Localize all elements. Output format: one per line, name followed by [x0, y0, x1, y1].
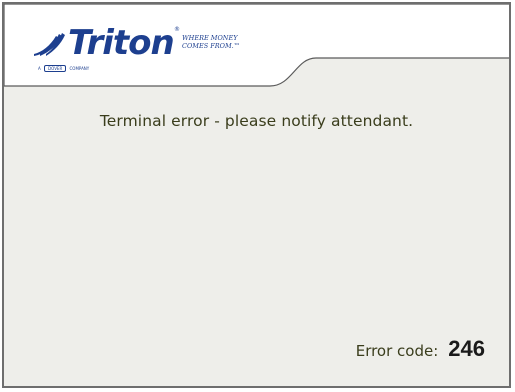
registered-mark: ® [174, 26, 180, 33]
parent-company-name: DOVER [44, 65, 67, 72]
error-code-line: Error code: 246 [356, 336, 485, 362]
error-code-value: 246 [448, 336, 485, 361]
error-message: Terminal error - please notify attendant… [99, 112, 414, 130]
parent-prefix: A [38, 66, 41, 71]
atm-screen: Triton ® Where money comes from.™ A DOVE… [2, 2, 511, 388]
parent-company-line: A DOVER COMPANY [38, 65, 89, 72]
brand-wordmark: Triton [68, 23, 175, 63]
parent-suffix: COMPANY [69, 66, 90, 71]
brand-tagline: Where money comes from.™ [182, 34, 241, 50]
triton-logo: Triton ® Where money comes from.™ A DOVE… [32, 24, 252, 74]
triton-swoosh-icon [34, 33, 65, 56]
error-code-label: Error code: [355, 342, 439, 360]
